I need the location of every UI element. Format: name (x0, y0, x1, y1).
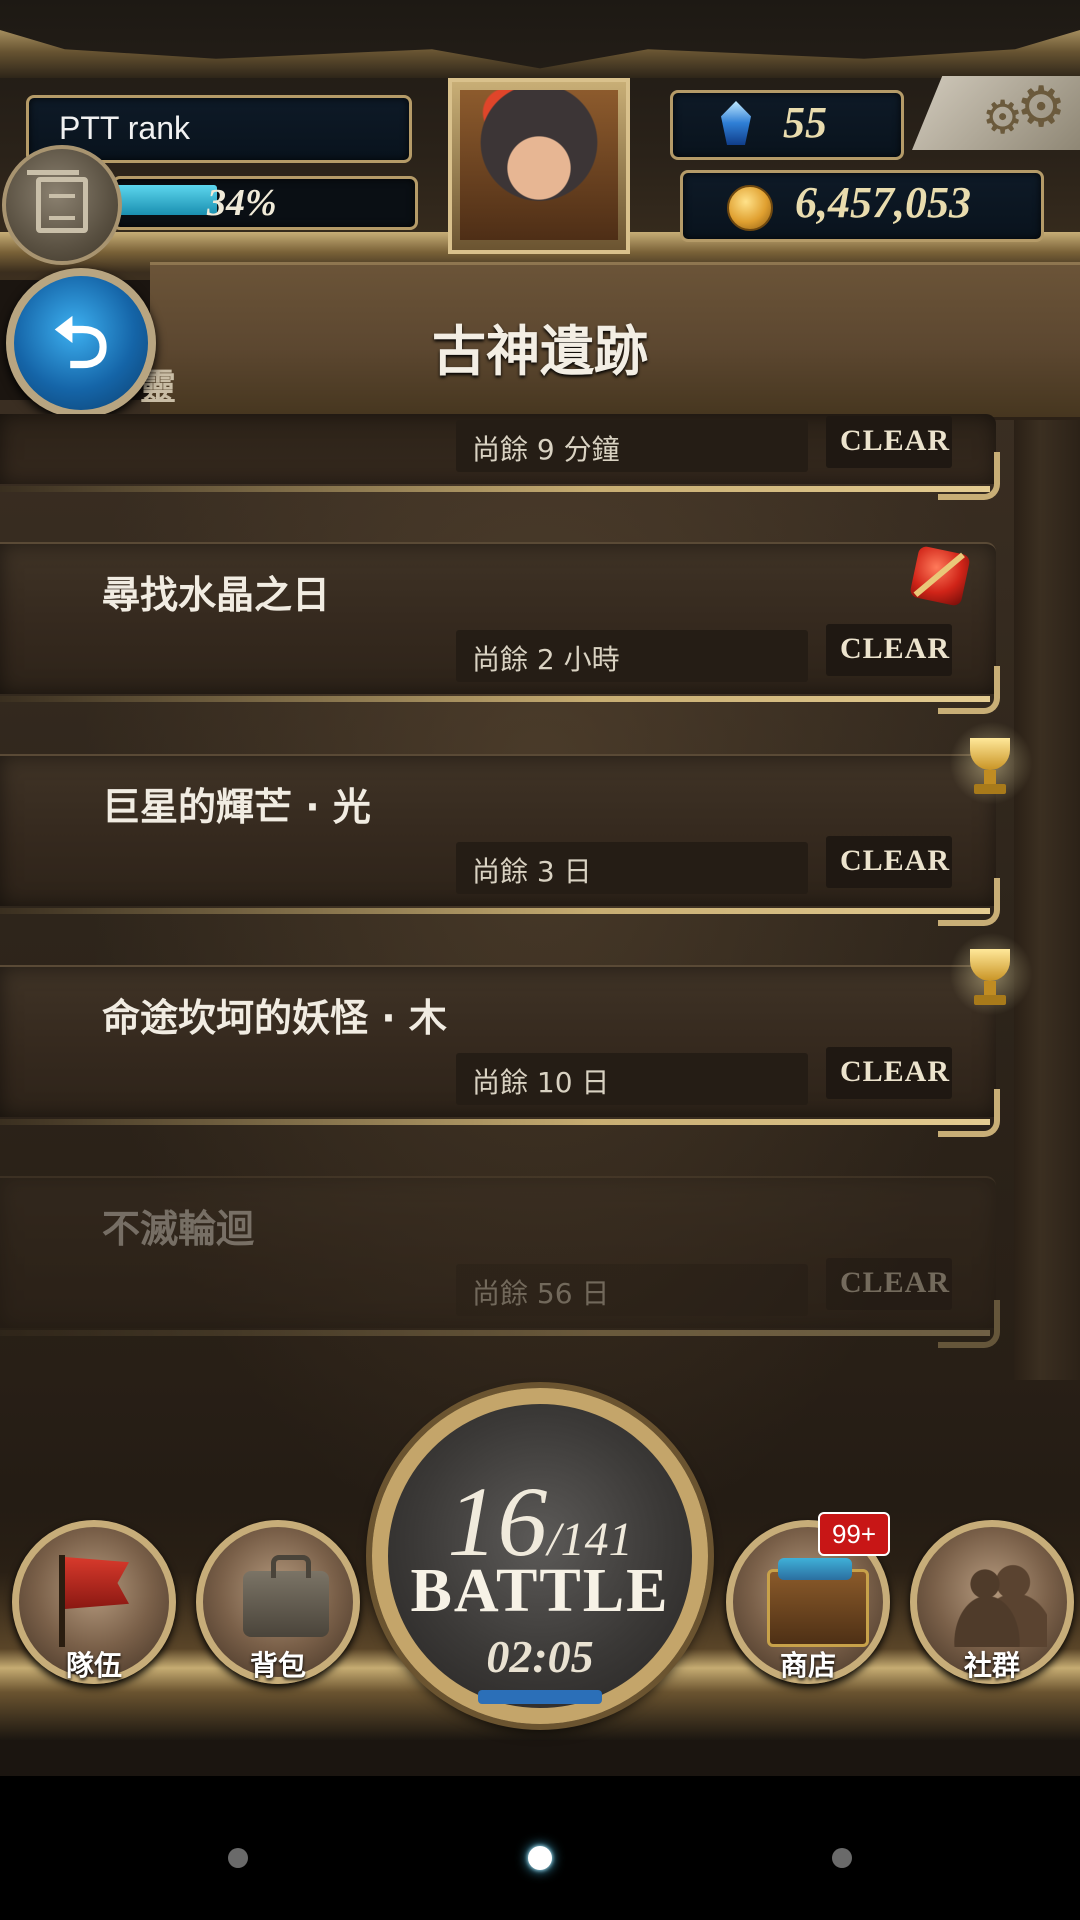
profile-menu-icon[interactable] (2, 145, 122, 265)
clear-label: CLEAR (840, 424, 951, 457)
clear-label: CLEAR (840, 844, 951, 877)
quest-item[interactable]: 命途坎坷的妖怪 · 木 尚餘 10 日 CLEAR (0, 929, 1036, 1137)
battle-timer: 02:05 (486, 1631, 594, 1682)
quest-item[interactable]: 巨星的輝芒 · 光 尚餘 3 日 CLEAR (0, 718, 1036, 926)
back-arrow-icon: ⮌ (52, 302, 110, 384)
hud-ornament (0, 30, 1080, 78)
quest-name: 命途坎坷的妖怪 · 木 (102, 996, 447, 1040)
coin-icon (727, 185, 773, 231)
clear-badge: CLEAR (826, 1258, 952, 1310)
people-icon (947, 1557, 1047, 1647)
exp-bar-fill (115, 185, 217, 215)
player-rank-name: PTT rank (59, 110, 190, 146)
quest-time-left: 尚餘 56 日 (472, 1277, 610, 1310)
avatar-portrait (460, 90, 618, 240)
gear-icon: ⚙ (1016, 75, 1067, 140)
quest-time-left: 尚餘 3 日 (472, 855, 592, 888)
treasure-chest-icon (767, 1558, 869, 1647)
quest-name: 不滅輪迴 (102, 1207, 255, 1251)
back-button[interactable]: ⮌ (6, 268, 156, 418)
clear-label: CLEAR (840, 1055, 951, 1088)
social-label: 社群 (963, 1649, 1020, 1682)
gold-panel: 6,457,053 (680, 170, 1044, 242)
clear-badge: CLEAR (826, 836, 952, 888)
system-nav-bar (0, 1776, 1080, 1920)
clear-label: CLEAR (840, 1266, 951, 1299)
shop-label: 商店 (779, 1649, 836, 1682)
red-gem-icon (909, 545, 971, 607)
quest-name: 尋找水晶之日 (102, 573, 331, 617)
flag-icon-cloth (65, 1557, 129, 1609)
settings-button[interactable]: ⚙ ⚙ (912, 76, 1080, 150)
clear-label: CLEAR (840, 632, 951, 665)
bag-button[interactable]: 背包 (196, 1520, 360, 1684)
quest-name: 巨星的輝芒 · 光 (102, 785, 371, 829)
nav-recents-dot[interactable] (832, 1848, 852, 1868)
trophy-icon (946, 718, 1036, 808)
trophy-icon (946, 929, 1036, 1019)
quest-item[interactable]: 尋找水晶之日 尚餘 2 小時 CLEAR (0, 542, 1000, 714)
nav-back-dot[interactable] (228, 1848, 248, 1868)
page-title: 古神遺跡 (432, 320, 648, 383)
battle-stamina-bar (478, 1690, 602, 1704)
quest-time-left: 尚餘 9 分鐘 (472, 433, 620, 466)
gold-count: 6,457,053 (795, 178, 971, 227)
quest-time-box: 尚餘 3 日 (456, 842, 808, 894)
social-button[interactable]: 社群 (910, 1520, 1074, 1684)
exp-percent-text: 34% (207, 182, 277, 224)
team-button[interactable]: 隊伍 (12, 1520, 176, 1684)
clear-badge: CLEAR (826, 624, 952, 676)
right-rail (1014, 400, 1080, 1380)
exp-bar: 34% (112, 176, 418, 230)
top-hud: PTT rank 34% 55 6,457,053 ⚙ ⚙ (0, 0, 1080, 280)
flag-icon (59, 1555, 65, 1647)
shop-notification-badge: 99+ (818, 1512, 890, 1556)
quest-time-box: 尚餘 10 日 (456, 1053, 808, 1105)
gem-count: 55 (783, 98, 827, 147)
clear-badge: CLEAR (826, 1047, 952, 1099)
nav-home-dot[interactable] (528, 1846, 552, 1870)
quest-time-left: 尚餘 2 小時 (472, 643, 620, 676)
gem-panel[interactable]: 55 (670, 90, 904, 160)
quest-item-locked[interactable]: 不滅輪迴 尚餘 56 日 CLEAR (0, 1176, 1000, 1348)
diamond-icon (721, 101, 751, 145)
clear-badge: CLEAR (826, 416, 952, 468)
bag-label: 背包 (249, 1649, 306, 1682)
bag-icon (243, 1555, 329, 1637)
battle-label: BATTLE (410, 1557, 670, 1625)
quest-time-box: 尚餘 9 分鐘 (456, 420, 808, 472)
quest-time-box: 尚餘 56 日 (456, 1264, 808, 1316)
quest-time-box: 尚餘 2 小時 (456, 630, 808, 682)
title-bar: 古神遺跡 (150, 262, 1080, 420)
player-avatar[interactable] (448, 78, 630, 254)
quest-time-left: 尚餘 10 日 (472, 1066, 610, 1099)
team-label: 隊伍 (65, 1649, 122, 1682)
battle-button[interactable]: 16/141 BATTLE 02:05 (372, 1388, 708, 1724)
